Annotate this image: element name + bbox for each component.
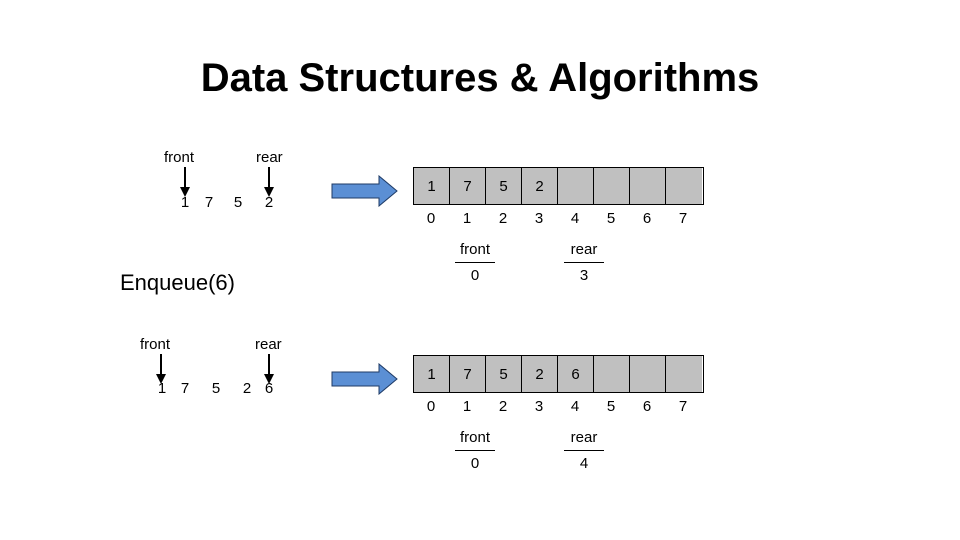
array-cell <box>666 356 702 392</box>
right-arrow-icon <box>331 175 398 207</box>
array-index: 4 <box>570 210 580 227</box>
rear-label: rear <box>255 336 282 353</box>
array-index: 5 <box>606 398 616 415</box>
front-pointer-value: 0 <box>470 455 480 472</box>
array-index: 6 <box>642 398 652 415</box>
logical-value: 7 <box>180 380 190 397</box>
front-down-arrow-icon <box>180 167 190 197</box>
array-cell <box>594 168 630 204</box>
array-cell <box>594 356 630 392</box>
array-cell: 2 <box>522 168 558 204</box>
logical-value: 1 <box>157 380 167 397</box>
slide-title: Data Structures & Algorithms <box>200 56 760 100</box>
rear-pointer-label: rear <box>564 429 604 451</box>
operation-label: Enqueue(6) <box>120 270 235 295</box>
queue-array: 1 7 5 2 <box>413 167 704 205</box>
front-pointer-label: front <box>455 429 495 451</box>
array-cell: 7 <box>450 356 486 392</box>
front-pointer-value: 0 <box>470 267 480 284</box>
array-index: 7 <box>678 210 688 227</box>
array-cell: 5 <box>486 356 522 392</box>
rear-label: rear <box>256 149 283 166</box>
logical-value: 2 <box>264 194 274 211</box>
array-cell <box>558 168 594 204</box>
array-cell: 5 <box>486 168 522 204</box>
rear-pointer-value: 3 <box>579 267 589 284</box>
queue-array: 1 7 5 2 6 <box>413 355 704 393</box>
logical-value: 2 <box>242 380 252 397</box>
array-index: 1 <box>462 398 472 415</box>
front-label: front <box>140 336 171 353</box>
array-cell: 7 <box>450 168 486 204</box>
array-cell: 1 <box>414 356 450 392</box>
array-index: 0 <box>426 398 436 415</box>
front-pointer-label: front <box>455 241 495 263</box>
array-cell: 1 <box>414 168 450 204</box>
rear-pointer: rear 3 <box>564 241 604 284</box>
logical-value: 6 <box>264 380 274 397</box>
logical-value: 1 <box>180 194 190 211</box>
array-index: 2 <box>498 210 508 227</box>
front-pointer: front 0 <box>455 429 495 472</box>
array-cell: 6 <box>558 356 594 392</box>
array-index: 6 <box>642 210 652 227</box>
array-index: 4 <box>570 398 580 415</box>
rear-pointer-label: rear <box>564 241 604 263</box>
array-index: 3 <box>534 210 544 227</box>
rear-down-arrow-icon <box>264 167 274 197</box>
array-cell: 2 <box>522 356 558 392</box>
array-indices: 0 1 2 3 4 5 6 7 <box>413 398 701 415</box>
array-index: 7 <box>678 398 688 415</box>
array-cell <box>666 168 702 204</box>
array-index: 2 <box>498 398 508 415</box>
front-label: front <box>164 149 195 166</box>
right-arrow-icon <box>331 363 398 395</box>
array-index: 3 <box>534 398 544 415</box>
logical-value: 5 <box>211 380 221 397</box>
logical-value: 7 <box>204 194 214 211</box>
rear-pointer-value: 4 <box>579 455 589 472</box>
array-cell <box>630 168 666 204</box>
array-index: 0 <box>426 210 436 227</box>
logical-value: 5 <box>233 194 243 211</box>
array-index: 5 <box>606 210 616 227</box>
array-indices: 0 1 2 3 4 5 6 7 <box>413 210 701 227</box>
array-index: 1 <box>462 210 472 227</box>
array-cell <box>630 356 666 392</box>
rear-pointer: rear 4 <box>564 429 604 472</box>
front-pointer: front 0 <box>455 241 495 284</box>
